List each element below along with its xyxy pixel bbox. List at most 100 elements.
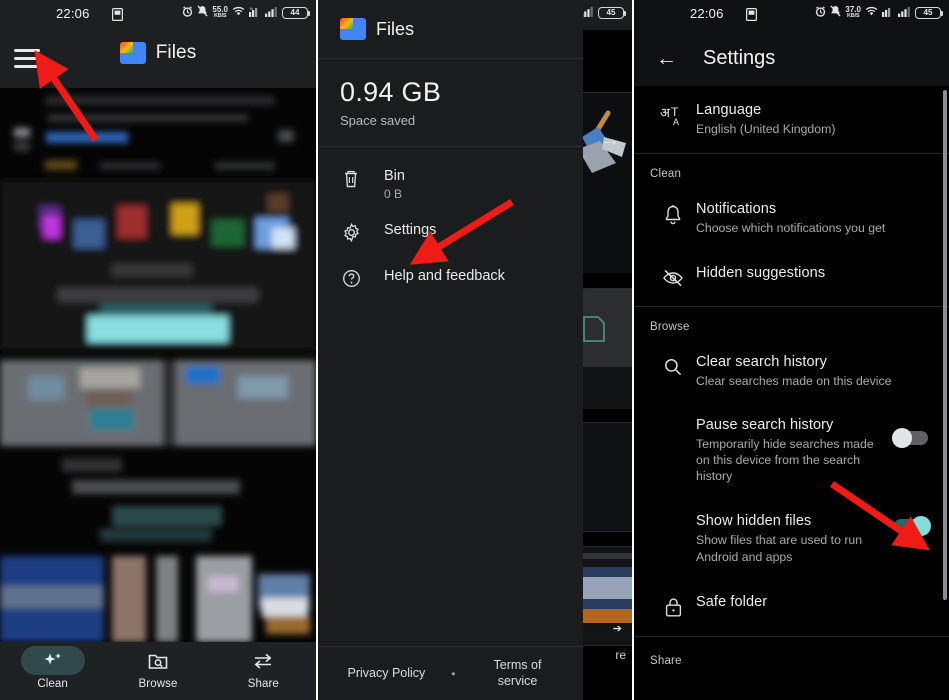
cellular-signal-icon [265,6,278,20]
peek-card-documents [579,288,632,409]
search-icon [650,354,696,377]
drawer-item-settings[interactable]: Settings [318,211,583,257]
cast-icon [746,8,758,24]
settings-row-clear-search-history[interactable]: Clear search history Clear searches made… [634,341,949,402]
bottom-navigation-bar: Clean Browse Share [0,642,316,700]
pause-search-history-toggle[interactable] [887,417,935,448]
settings-row-notifications[interactable]: Notifications Choose which notifications… [634,188,949,249]
gear-icon [340,221,362,242]
status-bar-files-home: 22:06 55.0 KB/S ½ 44 [0,0,316,30]
eye-off-icon [650,265,696,288]
footer-separator-dot: • [451,666,456,681]
alarm-icon [815,5,826,20]
sim-signal-icon: ½ [249,6,261,20]
terms-of-service-link[interactable]: Terms of service [482,658,554,689]
peek-card-junk-files [579,92,632,273]
document-icon [579,289,632,409]
back-arrow-icon[interactable]: ← [656,48,677,69]
language-icon: अTA [650,102,696,127]
nav-item-clean[interactable]: Clean [0,646,105,690]
lock-icon [650,594,696,618]
settings-row-show-hidden-files[interactable]: Show hidden files Show files that are us… [634,497,949,577]
status-bar-settings: 22:06 37.0 KB/S 45 [634,0,949,30]
pause-search-history-spacer [650,417,696,420]
settings-row-safe-folder-text: Safe folder [696,594,935,610]
netspeed-unit: KB/S [214,12,227,19]
clear-search-history-sub: Clear searches made on this device [696,374,892,389]
nav-label-clean: Clean [37,678,68,690]
status-time: 22:06 [56,6,90,21]
cellular-signal-icon [898,6,911,20]
drawer-app-title: Files [376,18,415,39]
sparkle-icon [44,652,61,664]
settings-scrollbar[interactable] [943,90,947,600]
broom-illustration-icon [579,93,632,273]
drawer-item-bin-size: 0 B [384,187,403,201]
status-icons: 37.0 KB/S 45 [815,5,943,20]
drawer-item-bin[interactable]: Bin 0 B [318,157,583,211]
media-thumbnail-icon [579,547,632,645]
svg-text:A: A [673,117,679,127]
nav-pill-clean [20,646,85,675]
files-home-appbar: Files [0,30,316,88]
files-app-logo-icon [119,42,146,64]
nav-item-browse[interactable]: Browse [105,646,210,690]
show-hidden-files-spacer [650,513,696,516]
drawer-item-help-text: Help and feedback [384,267,505,284]
switch-track-off [892,427,928,448]
cast-icon [112,8,124,24]
settings-row-hidden-suggestions-text: Hidden suggestions [696,265,935,281]
alarm-icon [182,5,193,20]
navigation-drawer: Files 0.94 GB Space saved Bin 0 B Settin… [318,0,583,700]
hidden-suggestions-title: Hidden suggestions [696,265,826,282]
space-saved-label: Space saved [340,113,416,128]
settings-row-hidden-suggestions[interactable]: Hidden suggestions [634,249,949,306]
clear-search-history-title: Clear search history [696,354,827,371]
space-saved-block[interactable]: 0.94 GB Space saved [318,59,583,146]
panel-navigation-drawer: 22:06 98.0 KB/S [316,0,632,700]
notifications-title: Notifications [696,201,777,218]
peek-nav-share-label: re [615,648,626,662]
battery-level: 45 [923,8,933,17]
peek-card-apps [579,422,632,532]
settings-section-browse: Browse [650,321,690,334]
netspeed-icon: 55.0 KB/S [212,6,228,19]
nav-pill-browse [126,646,190,675]
files-home-content-blurred[interactable] [0,88,316,642]
peek-nav-share-icon: ➔ [612,623,622,635]
netspeed-unit: KB/S [847,12,860,19]
settings-row-safe-folder[interactable]: Safe folder [634,578,949,636]
safe-folder-title: Safe folder [696,593,768,610]
space-saved-chevron-icon[interactable]: → [599,128,620,152]
screenshot-stage: 22:06 55.0 KB/S ½ 44 Files Clean Browse … [0,0,949,700]
switch-track-on [894,516,931,537]
switch-thumb [892,427,912,448]
settings-row-language[interactable]: अTA Language English (United Kingdom) [634,86,949,153]
show-hidden-files-toggle[interactable] [887,513,935,537]
mute-icon [197,5,209,20]
folder-search-icon [148,654,168,669]
nav-item-share[interactable]: Share [211,646,316,690]
settings-row-language-text: Language English (United Kingdom) [696,102,935,137]
space-saved-value: 0.94 GB [340,77,442,107]
settings-row-show-hidden-files-text: Show hidden files Show files that are us… [696,513,887,564]
battery-level: 44 [290,8,300,17]
settings-row-pause-search-history[interactable]: Pause search history Temporarily hide se… [634,403,949,498]
settings-page-title: Settings [703,46,776,69]
drawer-item-help[interactable]: Help and feedback [318,257,583,303]
settings-section-clean: Clean [650,168,682,181]
privacy-policy-link[interactable]: Privacy Policy [348,666,426,682]
settings-appbar: ← Settings [634,30,949,86]
peek-card-media [579,546,632,646]
netspeed-icon: 37.0 KB/S [845,6,861,19]
share-arrows-icon [254,653,272,669]
battery-icon: 45 [915,6,943,19]
battery-icon: 45 [598,6,626,19]
blurred-content-graphic [0,88,316,642]
drawer-item-help-label: Help and feedback [384,268,505,284]
drawer-menu-list: Bin 0 B Settings Help and feedback [318,147,583,303]
battery-level: 45 [606,8,616,17]
pause-search-history-title: Pause search history [696,416,834,433]
settings-scroll-area[interactable]: अTA Language English (United Kingdom) Cl… [634,86,949,700]
wifi-icon [865,6,878,20]
